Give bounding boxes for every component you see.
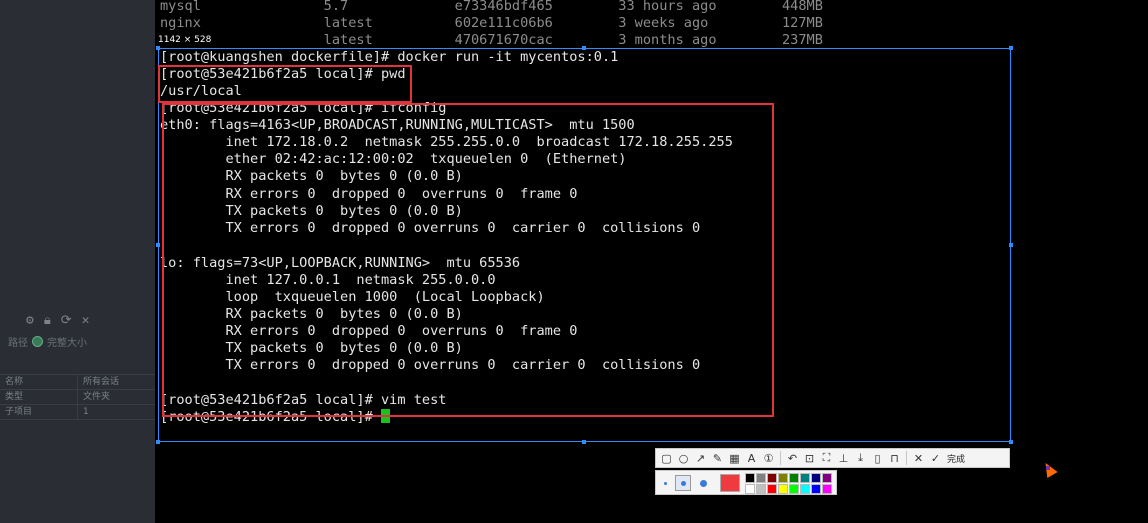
color-swatch[interactable]: [745, 473, 755, 483]
annotation-toolbar: ▢ ○ ↗ ✎ ▦ A ① ↶ ⊡ ⛶ ⊥ ⤓ ▯ ⊓ ✕ ✓ 完成: [655, 448, 1010, 468]
color-swatch[interactable]: [756, 473, 766, 483]
resize-handle[interactable]: [156, 440, 160, 444]
bookmark-icon[interactable]: ⊓: [887, 450, 902, 466]
color-swatch[interactable]: [745, 484, 755, 494]
check-icon[interactable]: ✓: [928, 450, 943, 466]
resize-handle[interactable]: [582, 440, 586, 444]
color-swatch[interactable]: [822, 473, 832, 483]
resize-handle[interactable]: [1009, 243, 1013, 247]
terminal-line: latest 470671670cac 3 months ago 237MB: [160, 32, 823, 48]
color-swatch[interactable]: [778, 473, 788, 483]
annotation-rectangle[interactable]: [162, 103, 774, 417]
mouse-pointer-accent: [1046, 466, 1050, 470]
property-key: 类型: [0, 390, 78, 404]
table-row: 名称 所有会话: [0, 375, 155, 390]
gear-icon[interactable]: ⚙: [26, 313, 34, 328]
color-swatch[interactable]: [778, 484, 788, 494]
ellipse-icon[interactable]: ○: [676, 450, 691, 466]
color-swatch[interactable]: [756, 484, 766, 494]
table-row: 子项目 1: [0, 405, 155, 420]
lock-icon[interactable]: 🔒︎: [44, 313, 51, 328]
color-swatch[interactable]: [800, 484, 810, 494]
color-swatch[interactable]: [767, 473, 777, 483]
done-button[interactable]: 完成: [947, 452, 965, 465]
table-row: 类型 文件夹: [0, 390, 155, 405]
ocr-icon[interactable]: ⊡: [802, 450, 817, 466]
annotation-rectangle[interactable]: [158, 65, 412, 103]
terminal-line: mysql 5.7 e73346bdf465 33 hours ago 448M…: [160, 0, 823, 14]
color-swatch[interactable]: [789, 473, 799, 483]
style-panel: [655, 470, 837, 495]
radio-full-size-label[interactable]: 完整大小: [47, 334, 87, 349]
color-swatch[interactable]: [800, 473, 810, 483]
property-value: 文件夹: [83, 392, 111, 402]
undo-icon[interactable]: ↶: [785, 450, 800, 466]
size-medium-dot: [681, 481, 686, 486]
copy-icon[interactable]: ▯: [870, 450, 885, 466]
terminal-line: nginx latest 602e111c06b6 3 weeks ago 12…: [160, 15, 823, 31]
property-value: 所有会话: [83, 377, 120, 387]
rectangle-icon[interactable]: ▢: [659, 450, 674, 466]
current-color-swatch[interactable]: [720, 474, 740, 492]
close-icon[interactable]: ✕: [82, 313, 90, 328]
session-panel: ⚙ 🔒︎ ⟳ ✕ 路径 完整大小 名称 所有会话 类型 文件夹 子项目 1: [0, 0, 155, 523]
property-value: 1: [83, 407, 89, 417]
size-large-option[interactable]: [700, 480, 707, 487]
property-key: 子项目: [0, 405, 78, 419]
resize-handle[interactable]: [156, 243, 160, 247]
property-key: 名称: [0, 375, 78, 389]
pen-icon[interactable]: ✎: [710, 450, 725, 466]
toolbar-divider: [906, 451, 907, 465]
toolbar-divider: [780, 451, 781, 465]
save-icon[interactable]: ⤓: [853, 450, 868, 466]
view-options: 路径 完整大小: [8, 334, 87, 349]
session-panel-toolbar: ⚙ 🔒︎ ⟳ ✕: [26, 313, 89, 328]
pin-icon[interactable]: ⊥: [836, 450, 851, 466]
color-swatch[interactable]: [789, 484, 799, 494]
color-swatch[interactable]: [811, 473, 821, 483]
radio-button[interactable]: [32, 336, 43, 347]
properties-table: 名称 所有会话 类型 文件夹 子项目 1: [0, 374, 155, 420]
color-swatch[interactable]: [767, 484, 777, 494]
radio-path-label[interactable]: 路径: [8, 334, 28, 349]
text-icon[interactable]: A: [744, 450, 759, 466]
selection-size-label: 1142 × 528: [158, 35, 212, 45]
serial-number-icon[interactable]: ①: [761, 450, 776, 466]
size-small-option[interactable]: [664, 482, 667, 485]
refresh-icon[interactable]: ⟳: [61, 313, 72, 328]
arrow-icon[interactable]: ↗: [693, 450, 708, 466]
resize-handle[interactable]: [1009, 46, 1013, 50]
color-swatch[interactable]: [811, 484, 821, 494]
close-icon[interactable]: ✕: [911, 450, 926, 466]
resize-handle[interactable]: [1009, 440, 1013, 444]
color-swatch[interactable]: [822, 484, 832, 494]
resize-handle[interactable]: [156, 46, 160, 50]
scan-icon[interactable]: ⛶: [819, 450, 834, 466]
resize-handle[interactable]: [582, 46, 586, 50]
mosaic-icon[interactable]: ▦: [727, 450, 742, 466]
